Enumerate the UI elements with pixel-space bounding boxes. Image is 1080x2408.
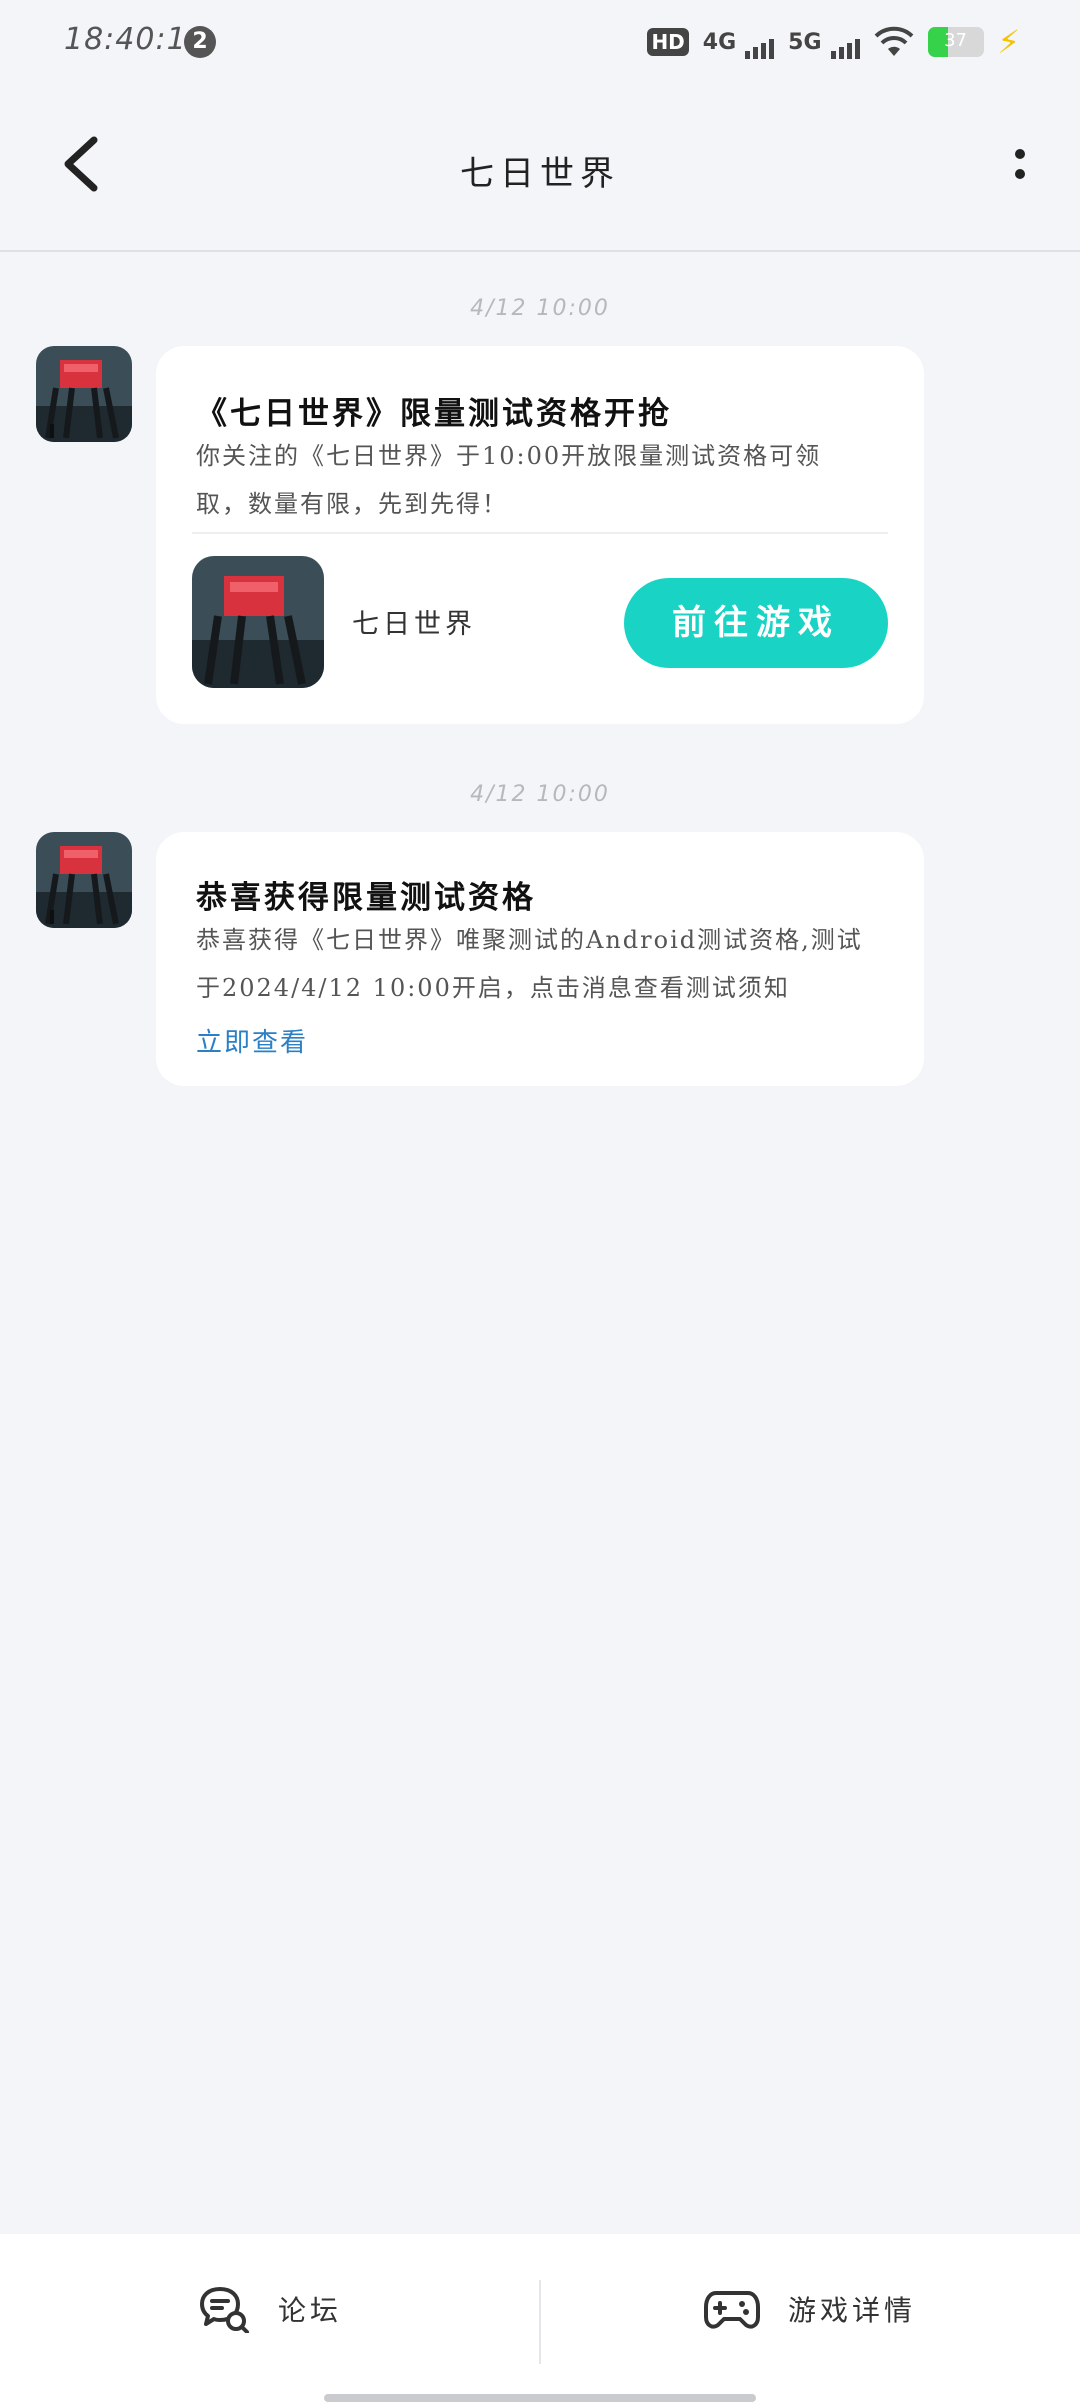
signal-4g-icon: 4G [702, 29, 775, 59]
game-name: 七日世界 [352, 609, 476, 640]
battery-level: 37 [944, 30, 967, 51]
gamepad-icon [703, 2291, 760, 2329]
wifi-icon [874, 26, 913, 56]
more-options-button[interactable] [1000, 144, 1040, 188]
forum-chat-icon [199, 2287, 249, 2333]
hd-icon: HD [647, 28, 689, 56]
forum-label: 论坛 [277, 2294, 342, 2327]
game-icon[interactable] [192, 556, 324, 688]
game-details-tab[interactable]: 游戏详情 [540, 2234, 1080, 2384]
message-body: 恭喜获得《七日世界》唯聚测试的Android测试资格,测试于2024/4/12 … [196, 926, 863, 1002]
notification-badge: 2 [184, 26, 216, 58]
message-timestamp: 4/12 10:00 [470, 782, 610, 807]
status-icons: HD 4G 5G 37 ⚡ [647, 22, 1020, 62]
bottom-nav: 论坛 游戏详情 [0, 2234, 1080, 2408]
forum-tab[interactable]: 论坛 [0, 2234, 540, 2384]
view-now-link[interactable]: 立即查看 [196, 1022, 308, 1059]
charging-icon: ⚡ [997, 23, 1020, 61]
home-indicator[interactable] [324, 2394, 756, 2402]
message-timestamp: 4/12 10:00 [470, 296, 610, 321]
game-details-label: 游戏详情 [787, 2294, 916, 2327]
sender-avatar[interactable] [36, 346, 132, 442]
message-title: 恭喜获得限量测试资格 [196, 880, 536, 916]
more-vertical-icon [1015, 149, 1025, 179]
message-body: 你关注的《七日世界》于10:00开放限量测试资格可领取，数量有限，先到先得！ [196, 442, 822, 518]
message-card[interactable]: 恭喜获得限量测试资格 恭喜获得《七日世界》唯聚测试的Android测试资格,测试… [156, 832, 924, 1086]
message-title: 《七日世界》限量测试资格开抢 [196, 396, 672, 432]
app-header: 七日世界 [0, 84, 1080, 252]
go-to-game-button[interactable]: 前往游戏 [624, 578, 888, 668]
net-label-5g: 5G [788, 29, 822, 55]
battery-icon: 37 [927, 27, 984, 57]
sender-avatar[interactable] [36, 832, 132, 928]
message-card[interactable]: 《七日世界》限量测试资格开抢 你关注的《七日世界》于10:00开放限量测试资格可… [156, 346, 924, 724]
card-divider [192, 532, 888, 534]
net-label-4g: 4G [702, 29, 737, 55]
signal-5g-icon: 5G [788, 29, 860, 59]
status-bar: 18:40:14 2 HD 4G 5G 37 ⚡ [0, 0, 1080, 84]
page-title: 七日世界 [460, 154, 620, 194]
